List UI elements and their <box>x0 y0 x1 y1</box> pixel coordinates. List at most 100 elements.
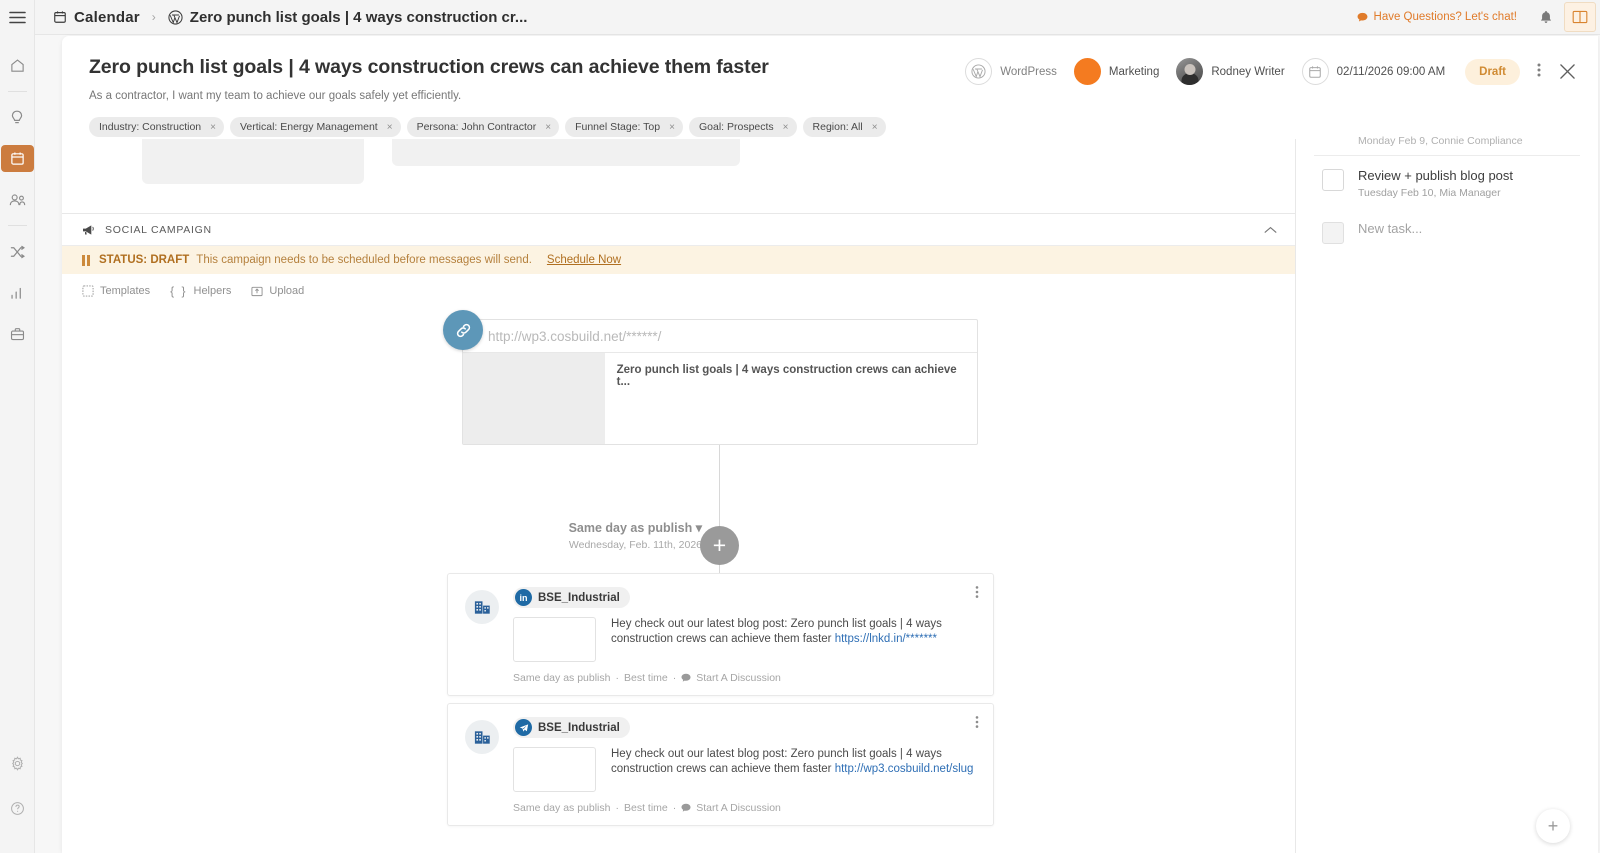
add-message-button[interactable]: + <box>700 526 739 565</box>
breadcrumb-calendar[interactable]: Calendar <box>74 9 140 26</box>
tag-remove-icon[interactable]: × <box>669 122 675 133</box>
chat-bubble-icon <box>1357 12 1368 23</box>
sidebar-item-help[interactable] <box>4 795 31 822</box>
tag-remove-icon[interactable]: × <box>210 122 216 133</box>
tag-remove-icon[interactable]: × <box>545 122 551 133</box>
add-task-fab[interactable]: + <box>1536 809 1570 843</box>
sidebar-item-home[interactable] <box>4 52 31 79</box>
new-task-row[interactable]: New task... <box>1314 209 1580 254</box>
message-link[interactable]: http://wp3.cosbuild.net/slug <box>835 763 974 775</box>
message-image-placeholder[interactable] <box>513 747 596 792</box>
meta-channel-label: WordPress <box>1000 66 1057 78</box>
new-task-placeholder[interactable]: New task... <box>1358 221 1422 236</box>
home-icon <box>10 58 25 73</box>
tag-remove-icon[interactable]: × <box>872 122 878 133</box>
clipped-widget-card: Cauol ▾ <box>142 139 364 184</box>
message-content-row: Hey check out our latest blog post: Zero… <box>513 747 979 792</box>
briefcase-icon <box>10 327 25 341</box>
tag-remove-icon[interactable]: × <box>783 122 789 133</box>
link-preview-card: http://wp3.cosbuild.net/******/ Zero pun… <box>462 319 978 445</box>
new-task-checkbox[interactable] <box>1322 222 1344 244</box>
meta-date[interactable]: 02/11/2026 09:00 AM <box>1302 58 1446 85</box>
helpers-button[interactable]: { } Helpers <box>170 284 231 298</box>
message-options-icon[interactable] <box>975 585 979 601</box>
message-text[interactable]: Hey check out our latest blog post: Zero… <box>611 747 979 792</box>
meta-channel[interactable]: WordPress <box>965 58 1057 85</box>
account-row: in BSE_Industrial <box>513 587 979 608</box>
wordpress-breadcrumb-icon <box>168 10 183 25</box>
footer-timing: Same day as publish <box>513 672 610 684</box>
upload-button[interactable]: Upload <box>251 285 304 297</box>
close-icon[interactable] <box>1559 63 1576 80</box>
sidebar-item-settings[interactable] <box>4 750 31 777</box>
sidebar-item-analytics[interactable] <box>4 279 31 306</box>
sidebar-item-calendar[interactable] <box>1 145 34 172</box>
social-message-card: BSE_Industrial Hey check out our latest … <box>447 703 994 826</box>
tag-chip[interactable]: Vertical: Energy Management × <box>230 117 401 137</box>
notifications-bell-icon[interactable] <box>1531 10 1561 25</box>
tag-chip[interactable]: Goal: Prospects × <box>689 117 797 137</box>
footer-dot-2: · <box>673 672 677 684</box>
menu-icon[interactable] <box>0 0 35 35</box>
tag-chip[interactable]: Industry: Construction × <box>89 117 224 137</box>
task-name: Review + publish blog post <box>1358 168 1513 183</box>
task-item[interactable]: Review + publish blog post Tuesday Feb 1… <box>1314 156 1580 209</box>
meta-campaign[interactable]: Marketing <box>1074 58 1160 85</box>
comment-icon <box>681 803 691 813</box>
helpers-label: Helpers <box>194 285 232 297</box>
document-panel: Zero punch list goals | 4 ways construct… <box>62 36 1598 853</box>
url-input[interactable]: http://wp3.cosbuild.net/******/ <box>463 320 977 353</box>
more-options-icon[interactable] <box>1537 62 1541 82</box>
app-root: Calendar › Zero punch list goals | 4 way… <box>0 0 1600 853</box>
tag-remove-icon[interactable]: × <box>387 122 393 133</box>
meta-author[interactable]: Rodney Writer <box>1176 58 1284 85</box>
start-discussion-label: Start A Discussion <box>696 802 781 814</box>
shuffle-icon <box>10 245 25 259</box>
braces-icon: { } <box>170 284 187 298</box>
message-link[interactable]: https://lnkd.in/******* <box>835 633 937 645</box>
timing-label: Same day as publish <box>569 521 693 535</box>
link-preview-thumbnail <box>463 353 605 444</box>
document-subtitle: As a contractor, I want my team to achie… <box>89 90 1574 102</box>
start-discussion-label: Start A Discussion <box>696 672 781 684</box>
link-preview-body: Zero punch list goals | 4 ways construct… <box>463 353 977 444</box>
linkedin-icon: in <box>515 589 532 606</box>
message-options-icon[interactable] <box>975 715 979 731</box>
campaign-status-banner: STATUS: DRAFT This campaign needs to be … <box>62 246 1295 274</box>
status-badge[interactable]: Draft <box>1465 59 1520 85</box>
account-chip[interactable]: BSE_Industrial <box>513 717 630 738</box>
message-image-placeholder[interactable] <box>513 617 596 662</box>
tag-chip[interactable]: Persona: John Contractor × <box>407 117 560 137</box>
sidebar-item-assets[interactable] <box>4 320 31 347</box>
tag-label: Region: All <box>813 121 863 133</box>
sidebar-item-ideas[interactable] <box>4 104 31 131</box>
templates-label: Templates <box>100 285 150 297</box>
account-chip[interactable]: in BSE_Industrial <box>513 587 630 608</box>
calendar-icon <box>1302 58 1329 85</box>
tag-chip[interactable]: Region: All × <box>803 117 886 137</box>
avatar <box>1176 58 1203 85</box>
sidebar-item-people[interactable] <box>4 186 31 213</box>
message-text[interactable]: Hey check out our latest blog post: Zero… <box>611 617 979 662</box>
schedule-now-link[interactable]: Schedule Now <box>547 254 621 266</box>
task-checkbox[interactable] <box>1322 169 1344 191</box>
calendar-icon <box>10 151 25 166</box>
chat-link[interactable]: Have Questions? Let's chat! <box>1357 11 1517 23</box>
collapse-section-icon[interactable] <box>1264 226 1277 234</box>
tag-chip[interactable]: Funnel Stage: Top × <box>565 117 683 137</box>
link-icon[interactable] <box>443 310 483 350</box>
start-discussion-button[interactable]: Start A Discussion <box>681 672 781 684</box>
templates-button[interactable]: Templates <box>82 285 150 297</box>
timing-selector[interactable]: Same day as publish ▾ <box>532 520 702 535</box>
breadcrumb-document[interactable]: Zero punch list goals | 4 ways construct… <box>190 9 528 26</box>
tag-row: Industry: Construction × Vertical: Energ… <box>89 117 1574 137</box>
start-discussion-button[interactable]: Start A Discussion <box>681 802 781 814</box>
docs-panel-toggle-icon[interactable] <box>1564 2 1596 32</box>
tag-label: Goal: Prospects <box>699 121 774 133</box>
campaign-status-label: STATUS: DRAFT <box>99 254 189 266</box>
rail-divider <box>8 91 27 92</box>
main-area: Calendar › Zero punch list goals | 4 way… <box>35 0 1600 853</box>
sidebar-item-workflow[interactable] <box>4 238 31 265</box>
rail-divider-2 <box>8 225 27 226</box>
tag-label: Industry: Construction <box>99 121 201 133</box>
